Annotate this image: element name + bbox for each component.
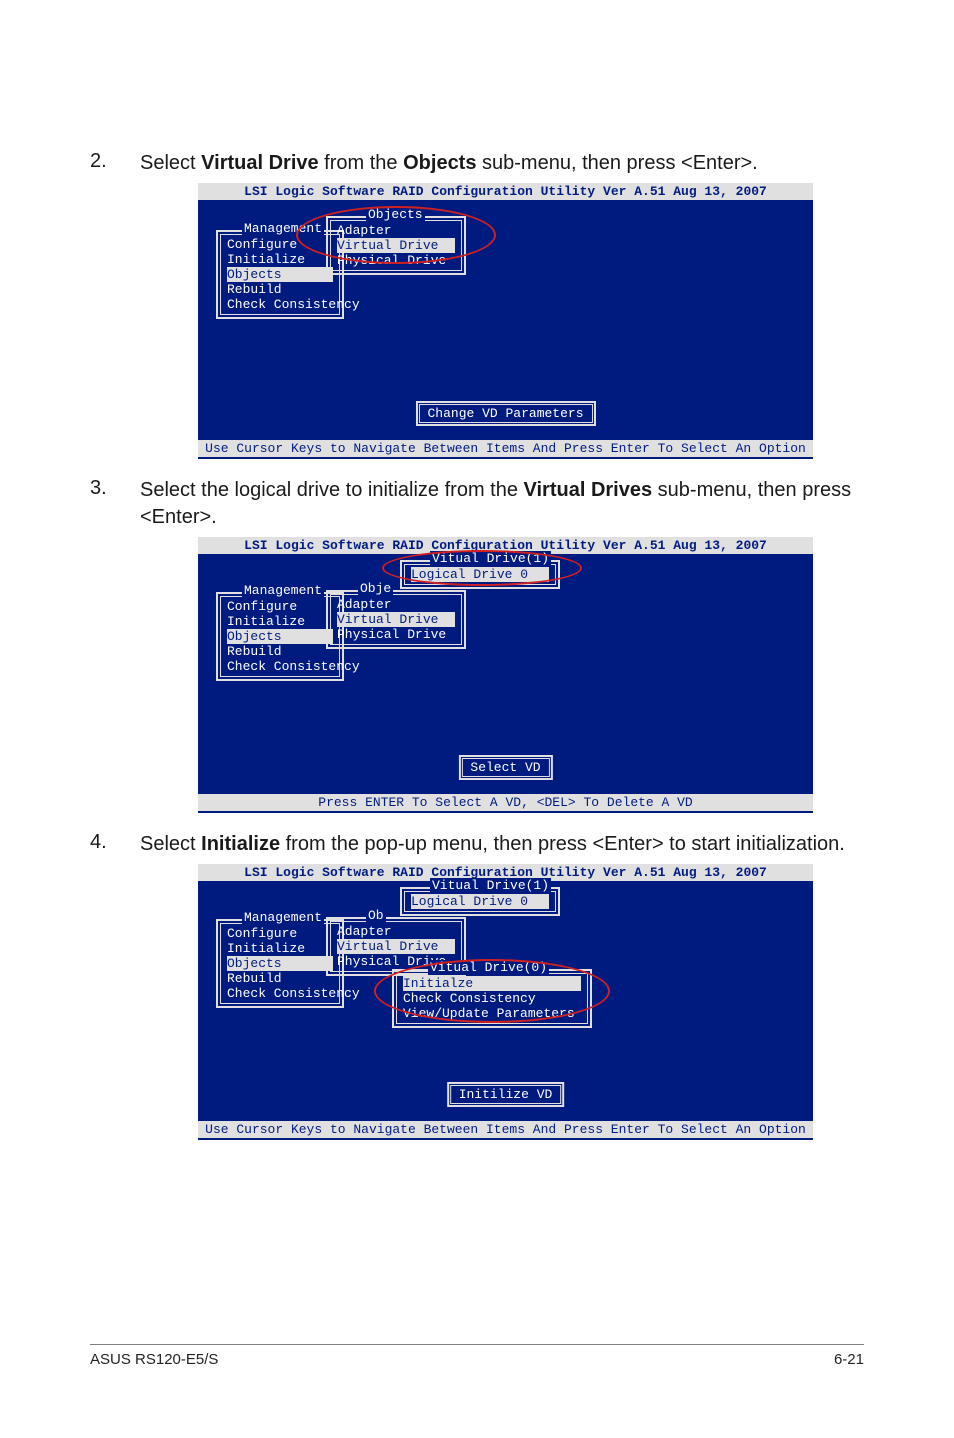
bios-title: LSI Logic Software RAID Configuration Ut… [198, 183, 813, 200]
mgmt-item: Rebuild [227, 282, 333, 297]
vd1-item: Logical Drive 0 [411, 567, 549, 582]
mgmt-item-selected: Objects [227, 956, 333, 971]
step-text: Select Initialize from the pop-up menu, … [140, 831, 864, 858]
step-number: 2. [90, 150, 112, 177]
objects-item: Adapter [337, 597, 455, 612]
vd1-title: Vitual Drive(1) [430, 551, 551, 566]
vd1-item: Logical Drive 0 [411, 894, 549, 909]
objects-item: Physical Drive [337, 627, 455, 642]
mgmt-item: Check Consistency [227, 659, 333, 674]
objects-label: Objects [366, 207, 425, 222]
objects-item: Physical Drive [337, 253, 455, 268]
objects-item: Adapter [337, 223, 455, 238]
status-box: Initilize VD [447, 1082, 565, 1107]
bios-footer: Use Cursor Keys to Navigate Between Item… [198, 1121, 813, 1138]
footer-right: 6-21 [834, 1351, 864, 1368]
status-box: Change VD Parameters [415, 401, 595, 426]
bios-screenshot-3: LSI Logic Software RAID Configuration Ut… [198, 537, 813, 813]
step-number: 3. [90, 477, 112, 531]
objects-item-selected: Virtual Drive [337, 612, 455, 627]
mgmt-item: Initialize [227, 252, 333, 267]
bios-screenshot-4: LSI Logic Software RAID Configuration Ut… [198, 864, 813, 1140]
vd0-item: Check Consistency [403, 991, 581, 1006]
mgmt-item: Rebuild [227, 971, 333, 986]
mgmt-item: Configure [227, 237, 333, 252]
step-text: Select the logical drive to initialize f… [140, 477, 864, 531]
mgmt-item: Check Consistency [227, 986, 333, 1001]
mgmt-item: Check Consistency [227, 297, 333, 312]
mgmt-item: Configure [227, 599, 333, 614]
objects-item-selected: Virtual Drive [337, 939, 455, 954]
mgmt-item-selected: Objects [227, 629, 333, 644]
management-label: Management [242, 221, 324, 236]
mgmt-item: Rebuild [227, 644, 333, 659]
management-label: Management [242, 583, 324, 598]
mgmt-item-selected: Objects [227, 267, 333, 282]
mgmt-item: Configure [227, 926, 333, 941]
objects-item-selected: Virtual Drive [337, 238, 455, 253]
footer-left: ASUS RS120-E5/S [90, 1351, 218, 1368]
objects-label-ob: Ob [366, 908, 386, 923]
step-number: 4. [90, 831, 112, 858]
vd0-item: View/Update Parameters [403, 1006, 581, 1021]
bios-footer: Press ENTER To Select A VD, <DEL> To Del… [198, 794, 813, 811]
vd1-title: Vitual Drive(1) [430, 878, 551, 893]
objects-item: Adapter [337, 924, 455, 939]
bios-footer: Use Cursor Keys to Navigate Between Item… [198, 440, 813, 457]
management-label: Management [242, 910, 324, 925]
vd0-title: Vitual Drive(0) [428, 960, 549, 975]
vd0-item-selected: Initialze [403, 976, 581, 991]
mgmt-item: Initialize [227, 941, 333, 956]
objects-label-short: Obje [358, 581, 393, 596]
step-text: Select Virtual Drive from the Objects su… [140, 150, 864, 177]
bios-screenshot-2: LSI Logic Software RAID Configuration Ut… [198, 183, 813, 459]
status-box: Select VD [458, 755, 552, 780]
mgmt-item: Initialize [227, 614, 333, 629]
